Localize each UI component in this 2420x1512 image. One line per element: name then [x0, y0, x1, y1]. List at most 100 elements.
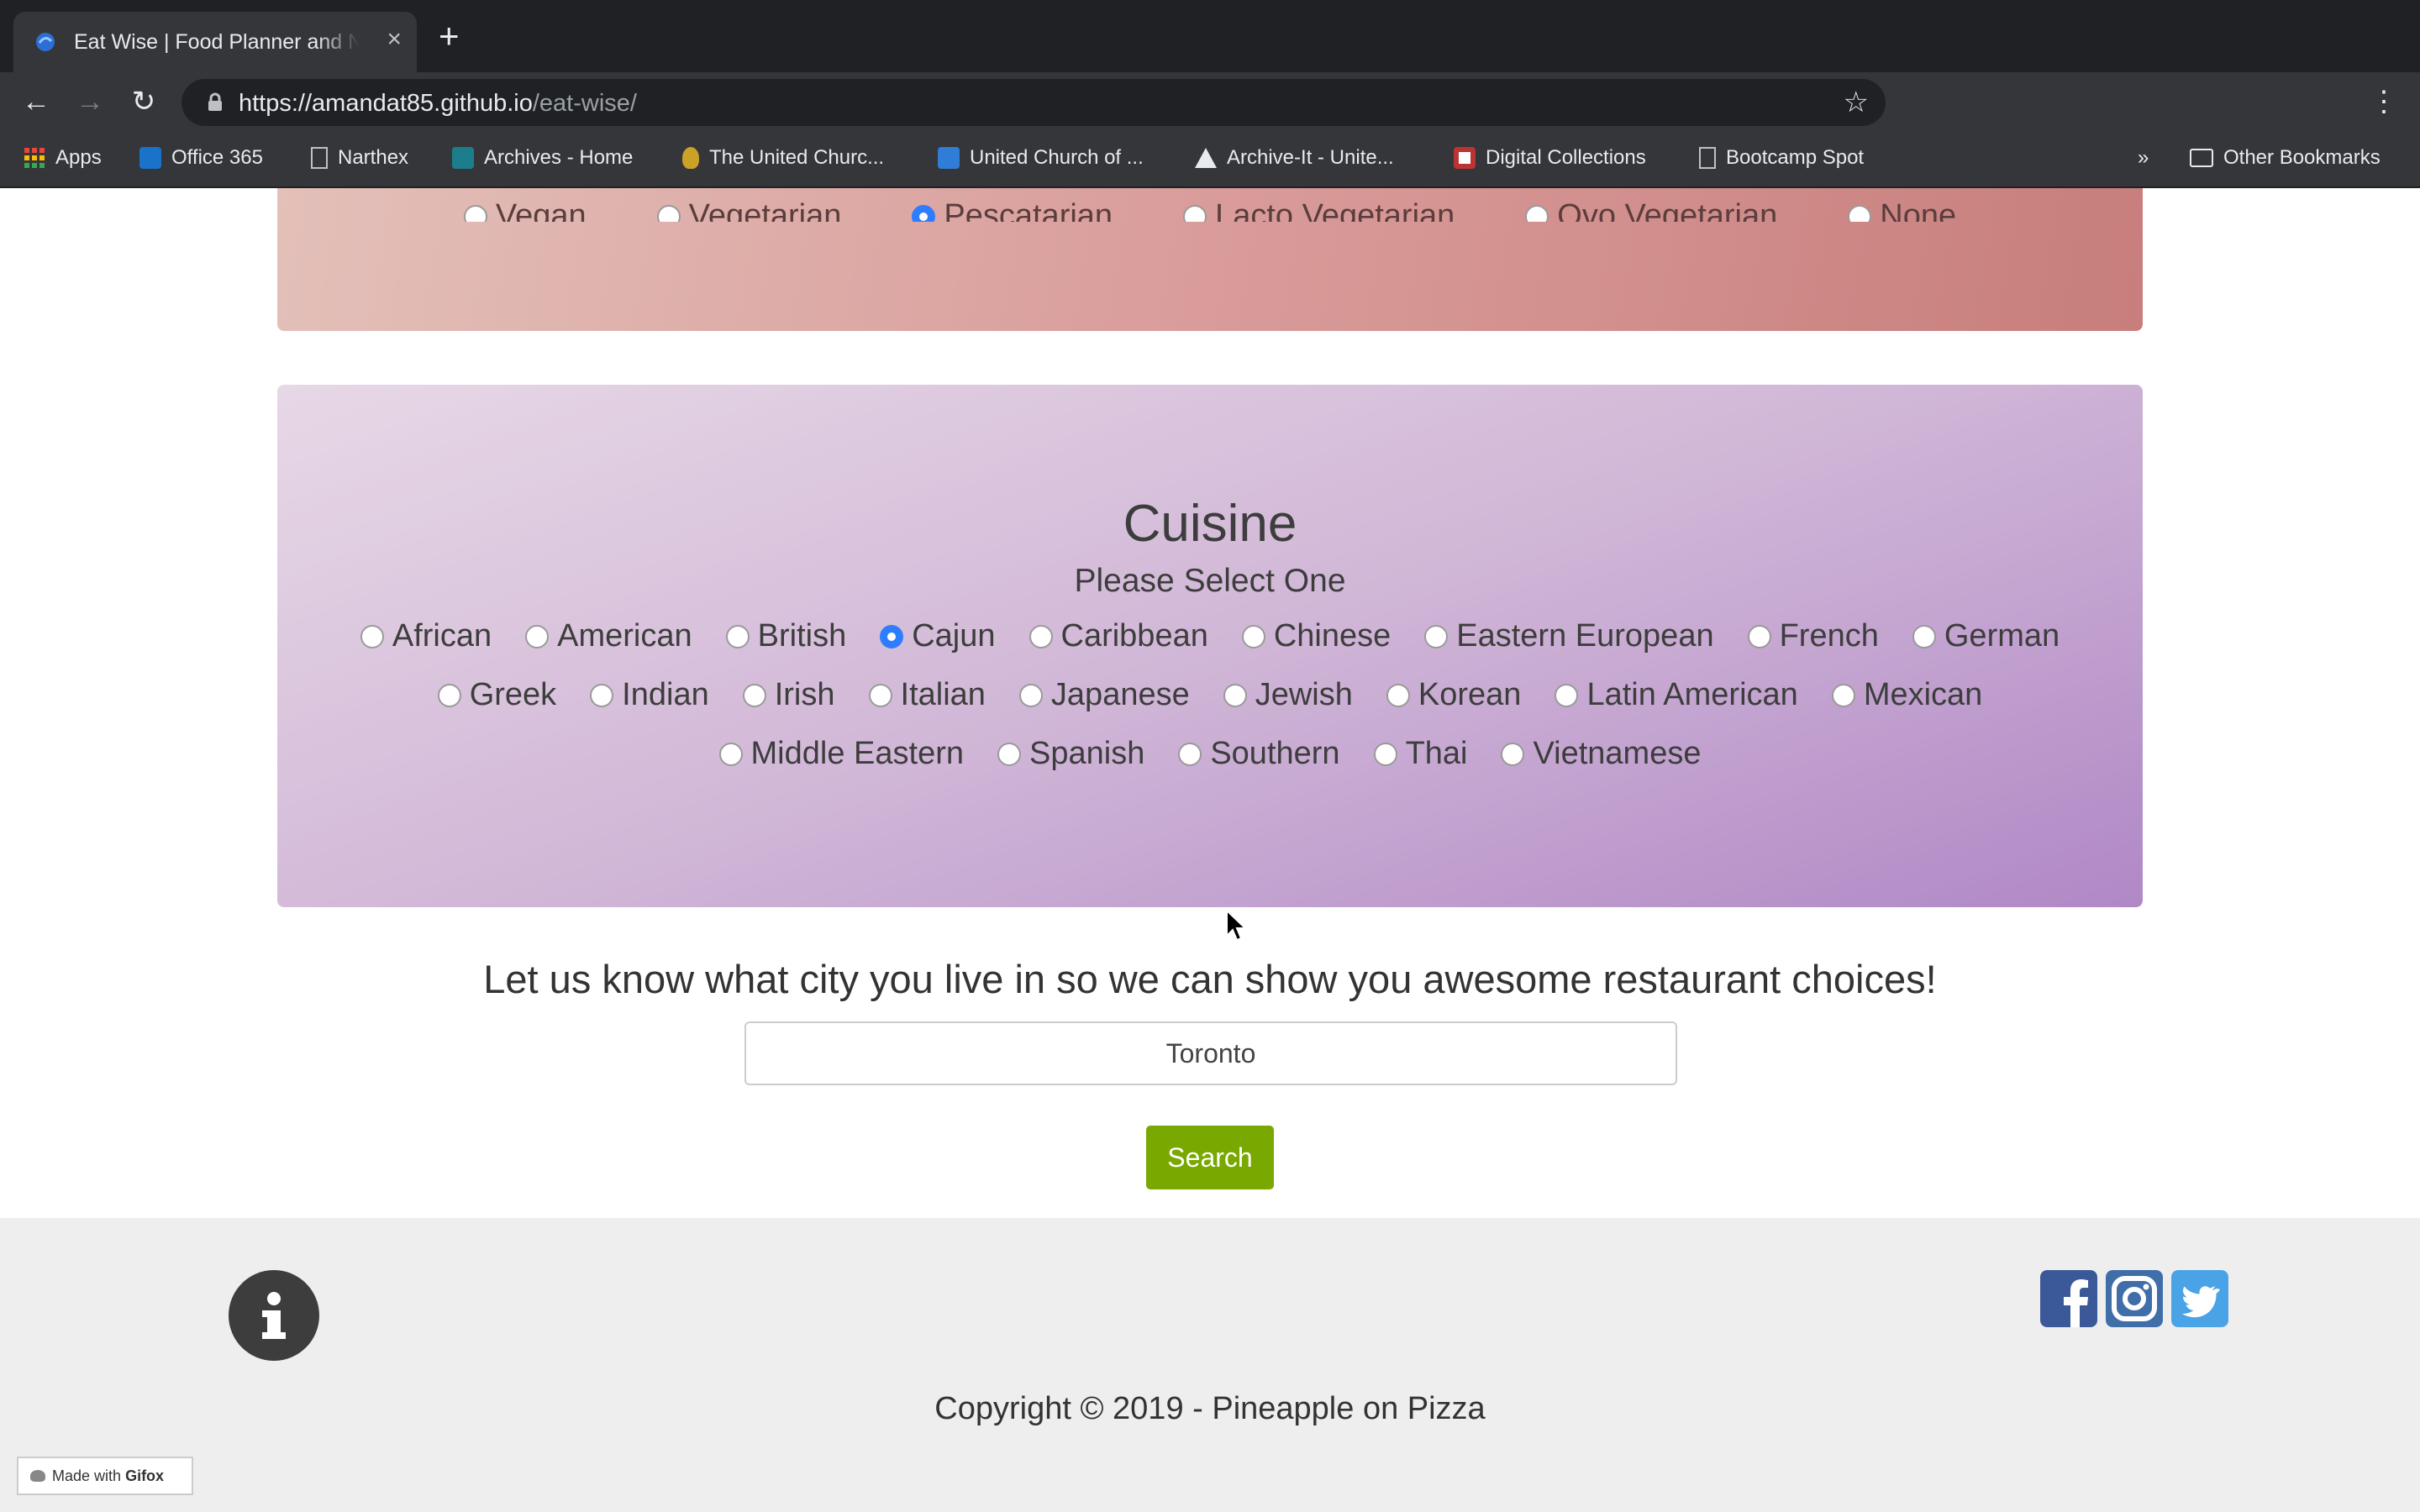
cuisine-option[interactable]: Korean: [1386, 677, 1521, 713]
cuisine-radio[interactable]: [880, 624, 904, 648]
cuisine-option[interactable]: Latin American: [1555, 677, 1798, 713]
bookmark-label: Narthex: [338, 146, 409, 169]
bookmark-office-365[interactable]: Office 365: [139, 146, 263, 170]
cuisine-option[interactable]: Jewish: [1223, 677, 1353, 713]
bookmark-digital-collections[interactable]: Digital Collections: [1454, 146, 1646, 170]
diet-option[interactable]: Vegan: [463, 198, 587, 222]
cuisine-radio[interactable]: [1747, 624, 1771, 648]
search-button[interactable]: Search: [1146, 1126, 1274, 1189]
cuisine-option[interactable]: Cajun: [880, 618, 996, 654]
diet-radio[interactable]: [1183, 204, 1207, 222]
cuisine-card: Cuisine Please Select One African America…: [277, 385, 2143, 907]
menu-kebab-icon[interactable]: ⋮: [2366, 84, 2402, 119]
bookmark-label: Bootcamp Spot: [1726, 146, 1865, 169]
cuisine-option-label: British: [757, 618, 847, 654]
gifox-text: Made with Gifox: [52, 1467, 164, 1485]
cuisine-radio[interactable]: [742, 683, 766, 707]
diet-option[interactable]: Ovo Vegetarian: [1525, 198, 1777, 222]
cuisine-option[interactable]: Spanish: [997, 736, 1144, 772]
cuisine-option[interactable]: Mexican: [1831, 677, 1982, 713]
bookmark-label: United Church of ...: [970, 146, 1144, 169]
instagram-icon[interactable]: [2106, 1270, 2163, 1327]
cuisine-row-2: Greek Indian Irish Italian Japanese Jewish Kor…: [277, 677, 2143, 713]
cuisine-option[interactable]: Chinese: [1241, 618, 1391, 654]
cuisine-option[interactable]: Middle Eastern: [718, 736, 964, 772]
bookmark-narthex[interactable]: Narthex: [311, 146, 408, 170]
facebook-icon[interactable]: [2040, 1270, 2097, 1327]
cuisine-option[interactable]: French: [1747, 618, 1879, 654]
cuisine-radio[interactable]: [1424, 624, 1449, 648]
cuisine-radio[interactable]: [1555, 683, 1579, 707]
tab-close-icon[interactable]: ×: [387, 25, 402, 54]
cuisine-radio[interactable]: [1018, 683, 1043, 707]
footer: Copyright © 2019 - Pineapple on Pizza: [0, 1218, 2420, 1512]
city-input[interactable]: [744, 1021, 1677, 1085]
cuisine-radio[interactable]: [1373, 742, 1397, 766]
cuisine-option-label: Greek: [469, 677, 557, 712]
twitter-icon[interactable]: [2171, 1270, 2228, 1327]
cuisine-radio[interactable]: [1241, 624, 1265, 648]
bookmark-star-icon[interactable]: ☆: [1844, 86, 1869, 119]
diet-option[interactable]: Vegetarian: [656, 198, 841, 222]
cuisine-radio[interactable]: [437, 683, 461, 707]
cuisine-option[interactable]: Eastern European: [1424, 618, 1714, 654]
new-tab-button[interactable]: +: [439, 18, 460, 54]
cuisine-radio[interactable]: [725, 624, 750, 648]
diet-radio[interactable]: [1525, 204, 1549, 222]
diet-option[interactable]: Pescatarian: [912, 198, 1113, 222]
bookmark-bootcamp-spot[interactable]: Bootcamp Spot: [1699, 146, 1864, 170]
active-tab[interactable]: Eat Wise | Food Planner and Nutrition ×: [13, 12, 417, 72]
diet-option[interactable]: Lacto Vegetarian: [1183, 198, 1455, 222]
diet-radio[interactable]: [912, 204, 936, 222]
cuisine-radio[interactable]: [997, 742, 1021, 766]
cuisine-option[interactable]: Indian: [590, 677, 709, 713]
archive-it-icon: [1195, 148, 1217, 168]
cuisine-option[interactable]: Irish: [742, 677, 835, 713]
diet-radio[interactable]: [656, 204, 681, 222]
cuisine-radio[interactable]: [1223, 683, 1247, 707]
back-arrow-icon[interactable]: ←: [18, 84, 54, 119]
bookmark-other-bookmarks[interactable]: Other Bookmarks: [2190, 146, 2381, 170]
cuisine-radio[interactable]: [590, 683, 614, 707]
bookmark-united-church-1[interactable]: The United Churc...: [682, 146, 884, 170]
cuisine-radio[interactable]: [525, 624, 550, 648]
bookmarks-overflow-button[interactable]: »: [2138, 146, 2149, 170]
cuisine-option[interactable]: Vietnamese: [1501, 736, 1701, 772]
cuisine-option[interactable]: Italian: [868, 677, 986, 713]
bookmark-apps[interactable]: Apps: [24, 146, 102, 170]
diet-option[interactable]: None: [1848, 198, 1956, 222]
cuisine-radio[interactable]: [1028, 624, 1053, 648]
reload-icon[interactable]: ↻: [126, 84, 161, 119]
info-button[interactable]: [229, 1270, 319, 1361]
cuisine-option[interactable]: American: [525, 618, 692, 654]
cuisine-option[interactable]: Thai: [1373, 736, 1468, 772]
cuisine-radio[interactable]: [868, 683, 892, 707]
bookmark-archive-it[interactable]: Archive-It - Unite...: [1195, 146, 1394, 170]
cuisine-option[interactable]: German: [1912, 618, 2060, 654]
copyright-text: Copyright © 2019 - Pineapple on Pizza: [934, 1391, 1486, 1426]
cuisine-option[interactable]: Southern: [1178, 736, 1340, 772]
page-icon: [1699, 147, 1716, 169]
bookmark-united-church-2[interactable]: United Church of ...: [938, 146, 1144, 170]
cuisine-option[interactable]: British: [725, 618, 847, 654]
diet-radio[interactable]: [1848, 204, 1872, 222]
cuisine-radio[interactable]: [1178, 742, 1202, 766]
cuisine-radio[interactable]: [1831, 683, 1855, 707]
bookmark-label: The United Churc...: [709, 146, 885, 169]
cuisine-radio[interactable]: [718, 742, 743, 766]
cuisine-radio[interactable]: [1501, 742, 1525, 766]
cuisine-option[interactable]: Caribbean: [1028, 618, 1208, 654]
crest-icon: [1454, 147, 1476, 169]
diet-radio[interactable]: [463, 204, 487, 222]
cuisine-option[interactable]: Japanese: [1018, 677, 1190, 713]
forward-arrow-icon[interactable]: →: [72, 84, 108, 119]
cuisine-option[interactable]: Greek: [437, 677, 557, 713]
bookmark-archives-home[interactable]: Archives - Home: [452, 146, 633, 170]
cuisine-radio[interactable]: [1386, 683, 1410, 707]
cuisine-radio[interactable]: [1912, 624, 1936, 648]
cuisine-option-label: Thai: [1405, 736, 1468, 771]
cuisine-radio[interactable]: [360, 624, 384, 648]
cuisine-option[interactable]: African: [360, 618, 492, 654]
address-bar[interactable]: https://amandat85.github.io/eat-wise/ ☆: [182, 79, 1886, 126]
bookmark-label: Digital Collections: [1486, 146, 1646, 169]
